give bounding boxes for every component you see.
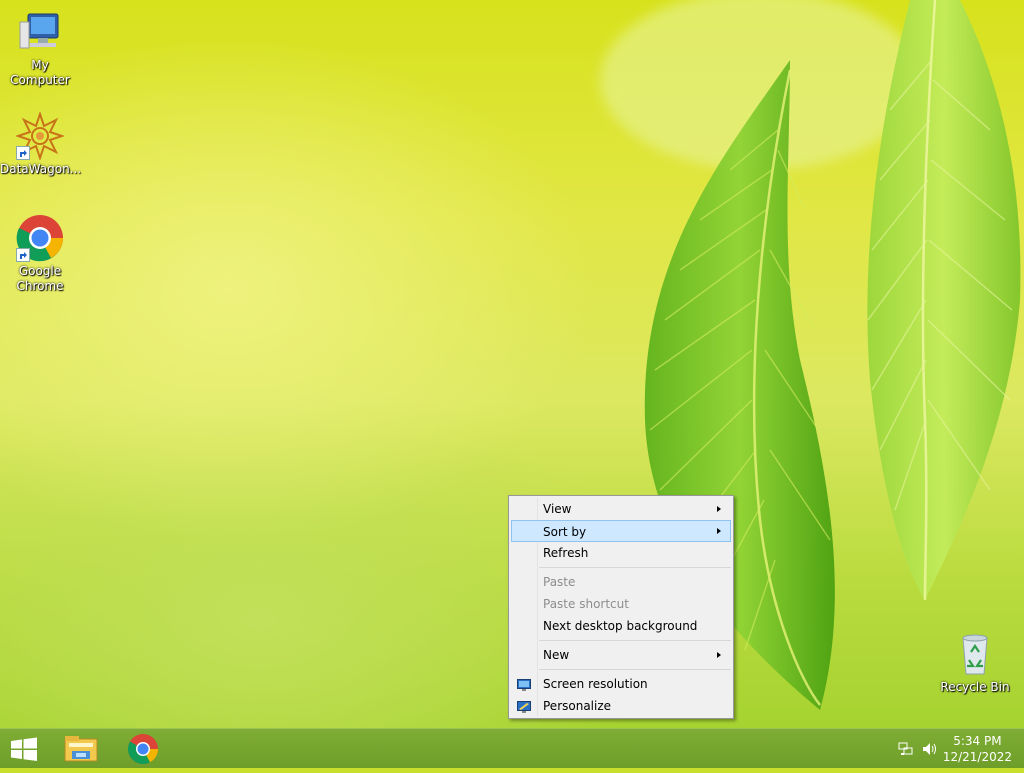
- desktop-context-menu: View Sort by Refresh Paste Paste shortcu…: [508, 495, 734, 719]
- monitor-icon: [517, 677, 531, 691]
- desktop-icon-my-computer[interactable]: My Computer: [0, 8, 80, 88]
- chrome-icon: [127, 734, 159, 765]
- menu-separator: [539, 567, 731, 568]
- menu-item-label: Personalize: [543, 699, 612, 713]
- network-icon[interactable]: [898, 741, 914, 757]
- menu-item-refresh[interactable]: Refresh: [511, 542, 731, 564]
- menu-item-view[interactable]: View: [511, 498, 731, 520]
- menu-item-paste-shortcut[interactable]: Paste shortcut: [511, 593, 731, 615]
- desktop-icon-label: My Computer: [10, 58, 70, 87]
- personalize-icon: [517, 699, 531, 713]
- desktop-icon-label: DataWagon...: [0, 162, 82, 176]
- desktop-icon-label: Recycle Bin: [940, 680, 1010, 694]
- windows-logo-icon: [11, 737, 37, 761]
- recycle-bin-icon: [951, 630, 999, 678]
- menu-item-paste[interactable]: Paste: [511, 571, 731, 593]
- start-button[interactable]: [0, 729, 48, 769]
- desktop-icon-recycle-bin[interactable]: Recycle Bin: [935, 630, 1015, 695]
- menu-item-personalize[interactable]: Personalize: [511, 695, 731, 717]
- submenu-arrow-icon: [717, 506, 721, 512]
- menu-separator: [539, 640, 731, 641]
- submenu-arrow-icon: [717, 528, 721, 534]
- desktop-icon-google-chrome[interactable]: Google Chrome: [0, 214, 80, 294]
- desktop-icon-datawagon[interactable]: DataWagon...: [0, 110, 82, 177]
- datawagon-icon: [14, 110, 66, 162]
- menu-item-sort-by[interactable]: Sort by: [511, 520, 731, 542]
- computer-icon: [16, 8, 64, 56]
- clock-time: 5:34 PM: [953, 734, 1002, 748]
- volume-icon[interactable]: [921, 741, 937, 757]
- taskbar-file-explorer[interactable]: [56, 729, 106, 769]
- menu-item-label: Sort by: [543, 525, 587, 539]
- menu-item-label: Screen resolution: [543, 677, 648, 691]
- shortcut-arrow-icon: [16, 248, 30, 262]
- clock-date: 12/21/2022: [942, 750, 1012, 764]
- taskbar-clock[interactable]: 5:34 PM 12/21/2022: [943, 733, 1012, 765]
- menu-item-label: Next desktop background: [543, 619, 698, 633]
- menu-item-screen-resolution[interactable]: Screen resolution: [511, 673, 731, 695]
- menu-item-label: Paste: [543, 575, 576, 589]
- taskbar: 5:34 PM 12/21/2022: [0, 728, 1024, 768]
- menu-item-label: View: [543, 502, 572, 516]
- shortcut-arrow-icon: [16, 146, 30, 160]
- desktop-icon-label: Google Chrome: [16, 264, 64, 293]
- menu-item-label: Refresh: [543, 546, 589, 560]
- menu-item-label: New: [543, 648, 570, 662]
- file-explorer-icon: [64, 736, 98, 762]
- submenu-arrow-icon: [717, 652, 721, 658]
- taskbar-chrome[interactable]: [118, 729, 168, 769]
- menu-item-next-desktop-background[interactable]: Next desktop background: [511, 615, 731, 637]
- menu-item-label: Paste shortcut: [543, 597, 629, 611]
- chrome-icon: [16, 214, 64, 262]
- menu-separator: [539, 669, 731, 670]
- menu-item-new[interactable]: New: [511, 644, 731, 666]
